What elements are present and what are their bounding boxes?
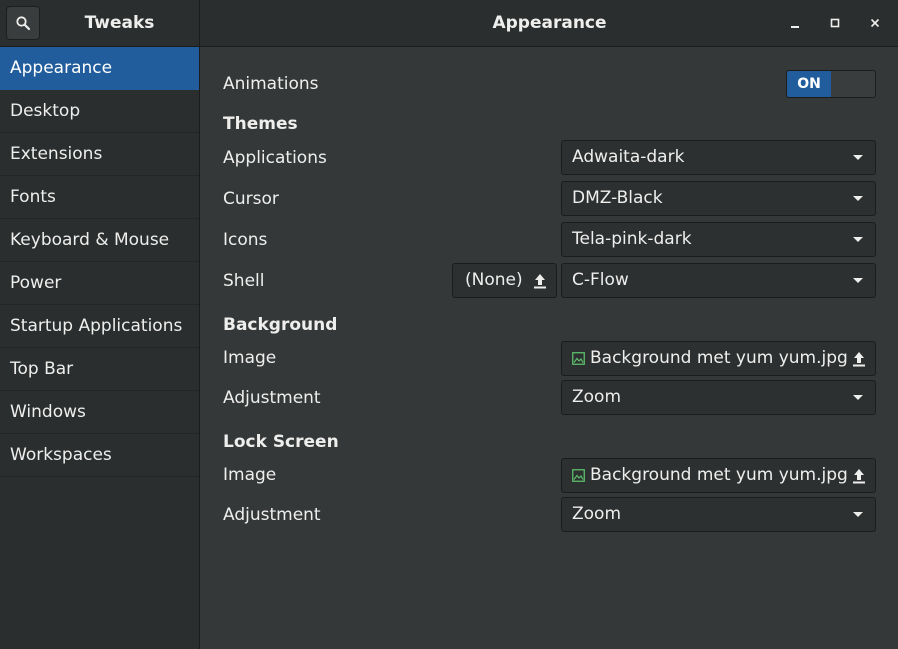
- applications-theme-value: Adwaita-dark: [572, 147, 685, 167]
- shell-theme-dropdown[interactable]: C-Flow: [561, 263, 876, 298]
- cursor-label: Cursor: [223, 189, 279, 209]
- sidebar-item-extensions[interactable]: Extensions: [0, 133, 199, 176]
- chevron-down-icon: [853, 155, 863, 160]
- sidebar-item-appearance[interactable]: Appearance: [0, 47, 199, 90]
- sidebar-item-startup-applications[interactable]: Startup Applications: [0, 305, 199, 348]
- shell-label: Shell: [223, 271, 265, 291]
- upload-icon: [853, 469, 865, 484]
- background-adjustment-dropdown[interactable]: Zoom: [561, 380, 876, 415]
- switch-on-label: ON: [787, 71, 831, 97]
- background-heading: Background: [223, 315, 338, 335]
- minimize-icon: [791, 26, 799, 28]
- icons-label: Icons: [223, 230, 268, 250]
- lock-screen-adjustment-dropdown[interactable]: Zoom: [561, 497, 876, 532]
- sidebar-item-windows[interactable]: Windows: [0, 391, 199, 434]
- lock-screen-image-file-button[interactable]: Background met yum yum.jpg: [561, 458, 876, 493]
- sidebar-item-power[interactable]: Power: [0, 262, 199, 305]
- minimize-button[interactable]: [783, 11, 807, 35]
- close-icon: [870, 18, 880, 28]
- sidebar-item-fonts[interactable]: Fonts: [0, 176, 199, 219]
- close-button[interactable]: [863, 11, 887, 35]
- image-file-icon: [572, 352, 585, 365]
- search-button[interactable]: [6, 6, 40, 40]
- sidebar-item-workspaces[interactable]: Workspaces: [0, 434, 199, 477]
- lock-screen-image-label: Image: [223, 465, 277, 485]
- lock-screen-heading: Lock Screen: [223, 432, 339, 452]
- background-image-filename: Background met yum yum.jpg: [590, 348, 848, 368]
- maximize-button[interactable]: [823, 11, 847, 35]
- upload-icon: [853, 352, 865, 367]
- sidebar-item-desktop[interactable]: Desktop: [0, 90, 199, 133]
- animations-switch[interactable]: ON: [786, 70, 876, 98]
- shell-none-text: (None): [465, 270, 523, 290]
- chevron-down-icon: [853, 237, 863, 242]
- icons-theme-dropdown[interactable]: Tela-pink-dark: [561, 222, 876, 257]
- applications-theme-dropdown[interactable]: Adwaita-dark: [561, 140, 876, 175]
- maximize-icon: [830, 18, 840, 28]
- sidebar-item-keyboard-mouse[interactable]: Keyboard & Mouse: [0, 219, 199, 262]
- appearance-panel: Animations ON Themes Applications Adwait…: [201, 47, 898, 649]
- shell-theme-file-button[interactable]: (None): [452, 263, 557, 298]
- chevron-down-icon: [853, 278, 863, 283]
- background-adjustment-label: Adjustment: [223, 388, 321, 408]
- chevron-down-icon: [853, 196, 863, 201]
- sidebar-header: Tweaks: [0, 0, 200, 46]
- sidebar-item-top-bar[interactable]: Top Bar: [0, 348, 199, 391]
- background-image-label: Image: [223, 348, 277, 368]
- header-bar: Tweaks Appearance: [0, 0, 898, 47]
- cursor-theme-dropdown[interactable]: DMZ-Black: [561, 181, 876, 216]
- cursor-theme-value: DMZ-Black: [572, 188, 663, 208]
- lock-screen-adjustment-label: Adjustment: [223, 505, 321, 525]
- animations-label: Animations: [223, 74, 319, 94]
- background-adjustment-value: Zoom: [572, 387, 622, 407]
- lock-screen-adjustment-value: Zoom: [572, 504, 622, 524]
- background-image-file-button[interactable]: Background met yum yum.jpg: [561, 341, 876, 376]
- lock-screen-image-filename: Background met yum yum.jpg: [590, 465, 848, 485]
- search-icon: [16, 16, 31, 31]
- tweaks-window: Tweaks Appearance Appearance Desktop Ext…: [0, 0, 898, 649]
- icons-theme-value: Tela-pink-dark: [572, 229, 692, 249]
- shell-theme-value: C-Flow: [572, 270, 629, 290]
- themes-heading: Themes: [223, 114, 298, 134]
- upload-icon: [534, 274, 546, 289]
- sidebar: Appearance Desktop Extensions Fonts Keyb…: [0, 47, 200, 649]
- app-title: Tweaks: [84, 13, 155, 33]
- image-file-icon: [572, 469, 585, 482]
- chevron-down-icon: [853, 512, 863, 517]
- chevron-down-icon: [853, 395, 863, 400]
- applications-label: Applications: [223, 148, 327, 168]
- switch-knob[interactable]: [831, 71, 875, 97]
